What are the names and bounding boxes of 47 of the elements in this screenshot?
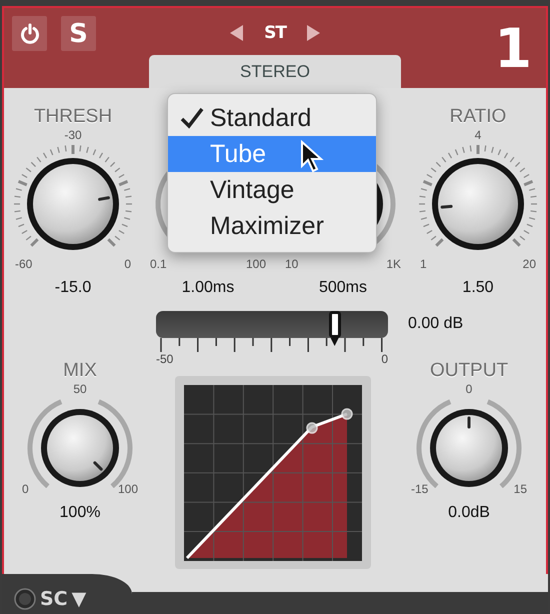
value-readout: 500ms	[318, 279, 368, 297]
power-icon	[20, 22, 40, 44]
led-icon	[14, 588, 36, 610]
scale-label: -15	[411, 482, 428, 496]
value-readout: -15.0	[54, 279, 92, 297]
scale-label: 100	[118, 482, 138, 496]
scale-label: 10	[285, 257, 298, 271]
mouse-cursor-icon	[300, 140, 326, 174]
knob-label: THRESH	[34, 106, 112, 128]
menu-item[interactable]: Vintage	[168, 172, 376, 208]
channel-mode-label: ST	[264, 22, 286, 42]
knob-label: MIX	[63, 360, 97, 382]
menu-item[interactable]: Standard	[168, 100, 376, 136]
knob-label: RATIO	[450, 106, 506, 128]
value-readout: 0.00 dB	[408, 315, 464, 333]
solo-button[interactable]: S	[61, 16, 96, 51]
scale-label: 20	[522, 257, 536, 271]
knob-label: OUTPUT	[430, 360, 508, 382]
scale-label: 4	[474, 128, 482, 142]
menu-item[interactable]: Tube	[168, 136, 376, 172]
value-readout: 0.0dB	[448, 504, 490, 522]
scale-label: 15	[514, 482, 527, 496]
power-button[interactable]	[12, 16, 47, 51]
menu-item[interactable]: Maximizer	[168, 208, 376, 244]
scale-label: 1	[420, 257, 427, 271]
scale-label: -30	[64, 128, 82, 142]
value-readout: 100%	[60, 504, 100, 522]
channel-number: 1	[494, 16, 533, 82]
scale-label: 0	[22, 482, 29, 496]
value-readout: 1.00ms	[182, 279, 234, 297]
previous-icon[interactable]	[230, 24, 244, 40]
scale-label: 0	[124, 257, 131, 271]
scale-label: -60	[15, 257, 32, 271]
scale-label: 0	[466, 382, 472, 396]
scale-label: 0	[381, 352, 388, 366]
scale-label: -50	[156, 352, 174, 366]
next-icon[interactable]	[306, 24, 320, 40]
scale-label: 1K	[386, 257, 401, 271]
slider-thumb[interactable]	[328, 311, 341, 338]
checkmark-icon	[180, 106, 204, 130]
slider-track[interactable]	[156, 311, 388, 338]
scale-label: 100	[246, 257, 266, 271]
scale-label: 50	[73, 382, 87, 396]
sidechain-button[interactable]: SC ▼	[14, 588, 86, 610]
stereo-tab[interactable]: STEREO	[149, 55, 401, 88]
scale-label: 0.1	[150, 257, 167, 271]
value-readout: 1.50	[462, 279, 494, 297]
